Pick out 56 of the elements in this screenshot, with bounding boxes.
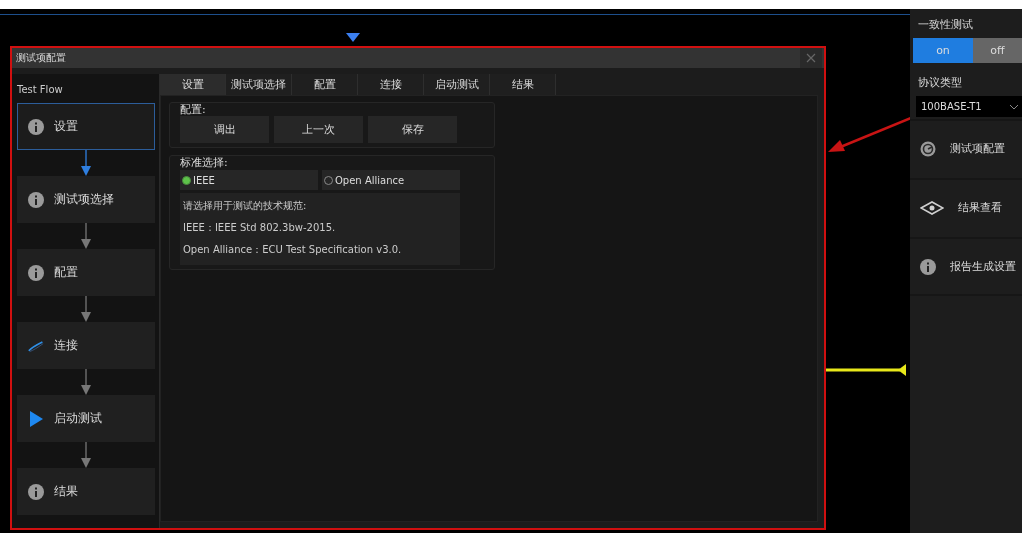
menu-label: 测试项配置	[950, 141, 1005, 156]
action-button[interactable]: 上一次	[274, 116, 363, 143]
flow-step[interactable]: 配置	[17, 249, 155, 296]
trigger-marker-icon	[346, 33, 360, 42]
description-text: 请选择用于测试的技术规范:	[183, 199, 308, 213]
info-icon	[920, 258, 936, 275]
info-icon	[28, 191, 44, 208]
toggle-option[interactable]: off	[973, 38, 1022, 63]
description-text: IEEE：IEEE Std 802.3bw-2015.	[183, 221, 337, 235]
flow-arrow	[81, 223, 91, 249]
menu-item[interactable]: 报告生成设置	[910, 237, 1022, 294]
info-icon	[28, 264, 44, 281]
radio-label: IEEE	[193, 174, 215, 186]
radio-label: Open Alliance	[335, 174, 405, 186]
dropdown-value: 100BASE-T1	[921, 101, 982, 112]
flow-title: Test Flow	[17, 83, 64, 97]
flow-step[interactable]: 连接	[17, 322, 155, 369]
chevron-icon	[1009, 103, 1019, 110]
close-icon	[806, 53, 816, 63]
description-text: Open Alliance：ECU Test Specification v3.0.	[183, 243, 403, 257]
radio-button[interactable]	[182, 175, 191, 185]
info-icon	[28, 483, 44, 500]
eye-icon	[920, 200, 944, 215]
tab[interactable]: 设置	[160, 74, 226, 95]
flow-step[interactable]: 测试项选择	[17, 176, 155, 223]
menu-item[interactable]: 测试项配置	[910, 119, 1022, 176]
radio-option[interactable]: IEEE	[180, 170, 318, 190]
flow-arrow	[81, 369, 91, 395]
action-button[interactable]: 调出	[180, 116, 269, 143]
flow-arrow	[81, 150, 91, 176]
menu-item[interactable]: 结果查看	[910, 178, 1022, 235]
step-label: 启动测试	[54, 410, 102, 427]
step-label: 配置	[54, 264, 78, 281]
info-icon	[28, 118, 44, 135]
protocol-dropdown[interactable]: 100BASE-T1	[916, 96, 1022, 117]
step-label: 结果	[54, 483, 78, 500]
flow-arrow	[81, 296, 91, 322]
dial-icon	[920, 140, 936, 157]
window-title: 测试项配置	[16, 51, 66, 65]
close-button[interactable]	[800, 48, 822, 68]
radio-option[interactable]: Open Alliance	[322, 170, 460, 190]
step-label: 测试项选择	[54, 191, 114, 208]
flow-step[interactable]: 结果	[17, 468, 155, 515]
play-icon	[28, 410, 44, 427]
field-label: 协议类型	[917, 75, 963, 91]
action-button[interactable]: 保存	[368, 116, 457, 143]
step-label: 设置	[54, 118, 78, 135]
flow-arrow	[81, 442, 91, 468]
step-label: 连接	[54, 337, 78, 354]
menu-label: 报告生成设置	[950, 259, 1016, 274]
flow-step[interactable]: 设置	[17, 103, 155, 150]
group-label: 配置:	[180, 103, 207, 116]
menu-label: 结果查看	[958, 200, 1002, 215]
flow-step[interactable]: 启动测试	[17, 395, 155, 442]
panel-title: 一致性测试	[917, 17, 974, 33]
group-label: 标准选择:	[180, 156, 229, 169]
